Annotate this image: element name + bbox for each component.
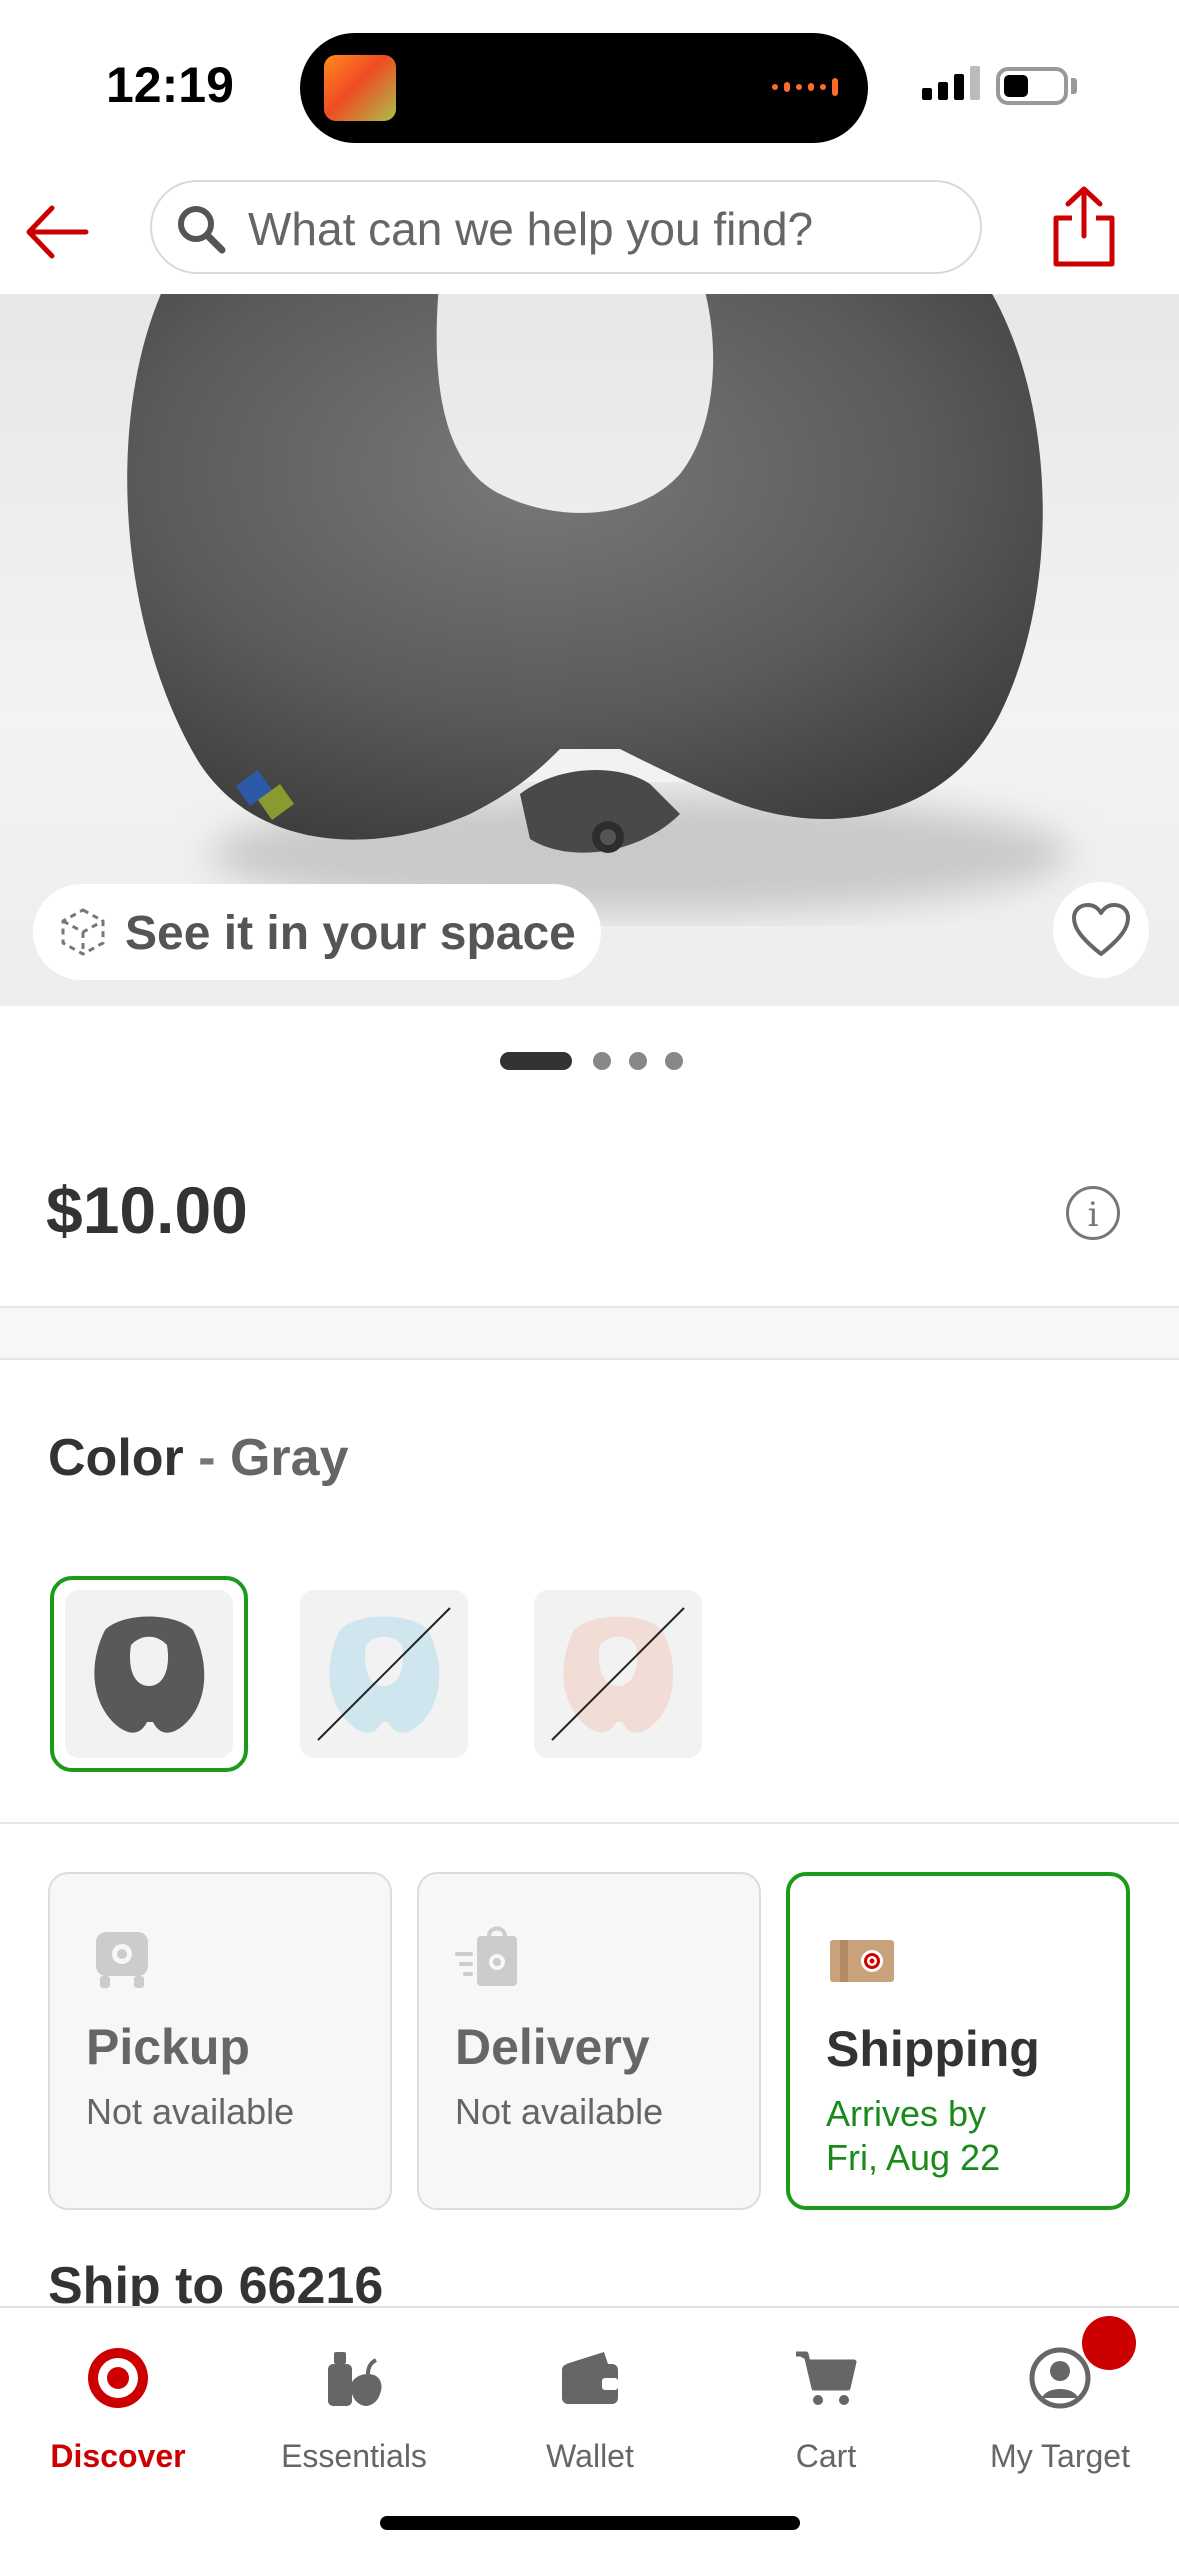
tab-essentials[interactable]: Essentials [236, 2326, 472, 2496]
carousel-dot[interactable] [665, 1052, 683, 1070]
shipping-subtitle: Arrives by Fri, Aug 22 [826, 2092, 1000, 2180]
search-placeholder: What can we help you find? [248, 203, 814, 255]
color-swatch-light-blue[interactable] [300, 1590, 468, 1758]
tab-discover-label: Discover [50, 2438, 186, 2474]
carousel-dot-active[interactable] [500, 1052, 572, 1070]
color-label: Color - Gray [48, 1428, 349, 1488]
dynamic-island[interactable] [300, 33, 868, 143]
color-swatch-blush[interactable] [534, 1590, 702, 1758]
color-swatch-gray[interactable] [65, 1590, 233, 1758]
heart-outline-icon [1072, 903, 1130, 956]
pickup-subtitle: Not available [86, 2091, 295, 2132]
carousel-dot[interactable] [593, 1052, 611, 1070]
wallet-icon [558, 2346, 622, 2410]
delivery-bag-icon [455, 1924, 527, 1990]
favorite-button[interactable] [1053, 882, 1149, 978]
shipping-arrives-label: Arrives by [826, 2093, 987, 2134]
color-label-text: Color [48, 1429, 184, 1487]
tab-wallet[interactable]: Wallet [472, 2326, 708, 2496]
cart-icon [794, 2346, 858, 2410]
audio-waveform-icon [772, 78, 838, 96]
tab-wallet-label: Wallet [546, 2438, 634, 2474]
color-label-separator: - [183, 1429, 230, 1487]
info-icon[interactable]: i [1066, 1186, 1120, 1240]
product-image[interactable]: See it in your space [0, 294, 1179, 1006]
car-pickup-icon [86, 1924, 158, 1990]
target-bullseye-icon [86, 2346, 150, 2410]
tab-cart-label: Cart [795, 2438, 857, 2474]
image-carousel-indicator[interactable] [0, 1052, 1179, 1072]
tab-my-target[interactable]: My Target [942, 2326, 1178, 2496]
share-icon[interactable] [1050, 184, 1118, 270]
color-selected-value: Gray [229, 1429, 349, 1487]
status-time: 12:19 [106, 57, 234, 113]
ar-cube-icon [55, 904, 111, 960]
shipping-title: Shipping [826, 2021, 1040, 2077]
search-input[interactable]: What can we help you find? [150, 180, 982, 274]
home-indicator[interactable] [380, 2516, 800, 2530]
see-it-in-your-space-button[interactable]: See it in your space [33, 884, 601, 980]
tab-my-target-label: My Target [990, 2438, 1130, 2474]
top-header: What can we help you find? [0, 170, 1179, 296]
profile-icon [1028, 2346, 1092, 2410]
carousel-dot[interactable] [629, 1052, 647, 1070]
status-bar: 12:19 [0, 0, 1179, 170]
fulfillment-shipping-card[interactable]: Shipping Arrives by Fri, Aug 22 [786, 1872, 1130, 2210]
battery-nub [1071, 78, 1077, 94]
essentials-icon [322, 2346, 386, 2410]
notification-badge [1082, 2316, 1136, 2370]
product-price: $10.00 [46, 1173, 248, 1247]
tab-cart[interactable]: Cart [708, 2326, 944, 2496]
pickup-title: Pickup [86, 2019, 250, 2075]
shipping-box-icon [826, 1926, 898, 1992]
fulfillment-pickup-card[interactable]: Pickup Not available [48, 1872, 392, 2210]
cellular-signal-icon [922, 66, 980, 100]
see-it-in-your-space-label: See it in your space [125, 907, 576, 960]
delivery-title: Delivery [455, 2019, 650, 2075]
battery-icon [996, 67, 1068, 105]
back-arrow-icon[interactable] [22, 196, 94, 268]
now-playing-artwork [324, 55, 396, 121]
divider [0, 1822, 1179, 1824]
fulfillment-delivery-card[interactable]: Delivery Not available [417, 1872, 761, 2210]
search-icon [174, 202, 228, 256]
shipping-arrival-date: Fri, Aug 22 [826, 2137, 1001, 2178]
delivery-subtitle: Not available [455, 2091, 664, 2132]
tab-discover[interactable]: Discover [0, 2326, 236, 2496]
tab-essentials-label: Essentials [281, 2438, 427, 2474]
section-separator [0, 1306, 1179, 1360]
